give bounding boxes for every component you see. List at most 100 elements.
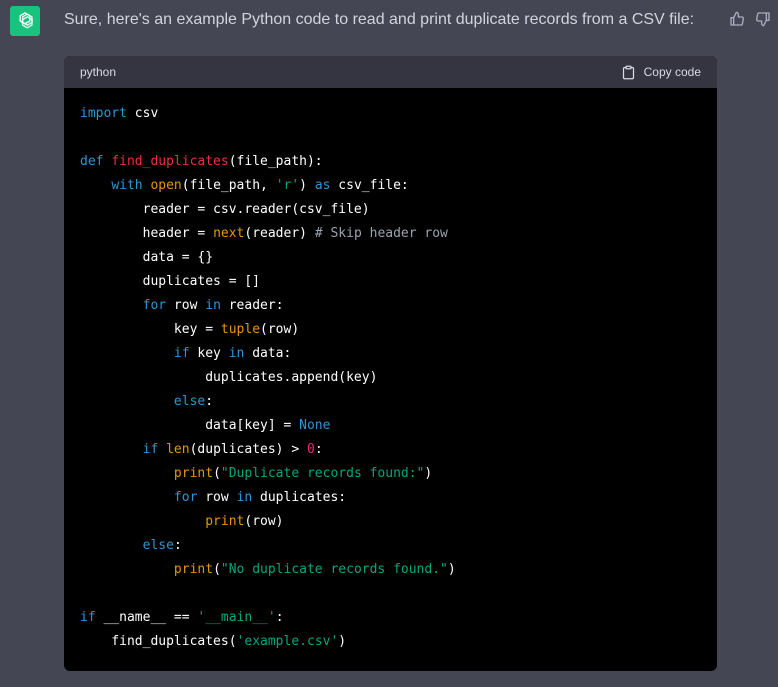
code-token: 0 (307, 442, 315, 457)
code-block: python Copy code import csv def find_dup… (64, 56, 717, 671)
code-line: data[key] = None (80, 414, 701, 438)
code-token: header = (80, 226, 214, 241)
code-token: duplicates.append(key) (80, 370, 378, 385)
code-token: (reader) (244, 226, 315, 241)
code-body: import csv def find_duplicates(file_path… (64, 88, 717, 654)
code-token: open (150, 178, 182, 193)
code-token: ) (447, 562, 456, 577)
thumbs-down-button[interactable] (754, 10, 772, 28)
code-token: else (173, 394, 206, 409)
code-token: duplicates: (252, 490, 347, 505)
code-line: else: (80, 534, 701, 558)
code-token: ) (338, 634, 347, 649)
code-line: if __name__ == '__main__': (80, 606, 701, 630)
code-line: find_duplicates('example.csv') (80, 630, 701, 654)
code-token: print (205, 514, 245, 529)
code-line: reader = csv.reader(csv_file) (80, 198, 701, 222)
copy-code-label: Copy code (643, 65, 701, 79)
code-token: (row) (260, 322, 300, 337)
code-token: if (80, 610, 96, 625)
code-token: 'r' (275, 178, 300, 193)
openai-logo-icon (14, 10, 36, 32)
copy-code-button[interactable]: Copy code (621, 65, 701, 80)
code-token: csv (126, 106, 159, 121)
code-token: in (205, 298, 221, 313)
code-token: ( (213, 466, 221, 481)
code-token: with (111, 178, 143, 193)
clipboard-icon (621, 65, 636, 80)
code-token: (duplicates) > (189, 442, 307, 457)
code-line: duplicates.append(key) (80, 366, 701, 390)
thumbs-up-button[interactable] (728, 10, 746, 28)
code-token: row (197, 490, 237, 505)
code-token: ) (299, 178, 315, 193)
code-token: : (314, 442, 323, 457)
code-token: (file_path, (181, 178, 276, 193)
code-token: if (173, 346, 190, 361)
code-token: row (166, 298, 206, 313)
code-token: print (173, 466, 214, 481)
code-line: def find_duplicates(file_path): (80, 150, 701, 174)
code-token: data[key] = (80, 418, 300, 433)
code-token: key = (80, 322, 221, 337)
code-line: data = {} (80, 246, 701, 270)
code-token: in (228, 346, 245, 361)
code-token: "No duplicate records found." (220, 562, 448, 577)
code-line: header = next(reader) # Skip header row (80, 222, 701, 246)
code-line: key = tuple(row) (80, 318, 701, 342)
code-token: None (299, 418, 331, 433)
code-token: as (314, 178, 331, 193)
code-token: find_duplicates (111, 154, 229, 169)
code-line: for row in duplicates: (80, 486, 701, 510)
code-token: # Skip header row (314, 226, 448, 241)
code-line: print("Duplicate records found:") (80, 462, 701, 486)
code-line: for row in reader: (80, 294, 701, 318)
code-token: ( (213, 562, 221, 577)
code-token: find_duplicates( (80, 634, 237, 649)
code-line: import csv (80, 102, 701, 126)
code-block-header: python Copy code (64, 56, 717, 88)
assistant-message-text: Sure, here's an example Python code to r… (64, 11, 695, 28)
code-token: csv_file: (330, 178, 409, 193)
code-token: duplicates = [] (80, 274, 261, 289)
code-line: print("No duplicate records found.") (80, 558, 701, 582)
thumbs-down-icon (755, 11, 771, 27)
assistant-avatar (10, 6, 40, 36)
code-line: if len(duplicates) > 0: (80, 438, 701, 462)
code-token: 'example.csv' (236, 634, 339, 649)
code-token: else (142, 538, 174, 553)
python-code: import csv def find_duplicates(file_path… (80, 102, 701, 654)
code-token: : (173, 538, 182, 553)
code-token: in (236, 490, 253, 505)
code-token: (file_path): (228, 154, 323, 169)
code-token: : (205, 394, 214, 409)
code-line: duplicates = [] (80, 270, 701, 294)
code-token: data: (244, 346, 292, 361)
code-token: import (80, 106, 127, 121)
code-token: reader = csv.reader(csv_file) (80, 202, 370, 217)
code-token: data = {} (80, 250, 214, 265)
code-line: with open(file_path, 'r') as csv_file: (80, 174, 701, 198)
code-line: print(row) (80, 510, 701, 534)
code-line: if key in data: (80, 342, 701, 366)
code-token: ) (424, 466, 433, 481)
thumbs-up-icon (729, 11, 745, 27)
code-token: "Duplicate records found:" (220, 466, 425, 481)
code-token: def (80, 154, 104, 169)
code-token: key (189, 346, 229, 361)
code-token: if (142, 442, 159, 457)
code-token: reader: (220, 298, 284, 313)
